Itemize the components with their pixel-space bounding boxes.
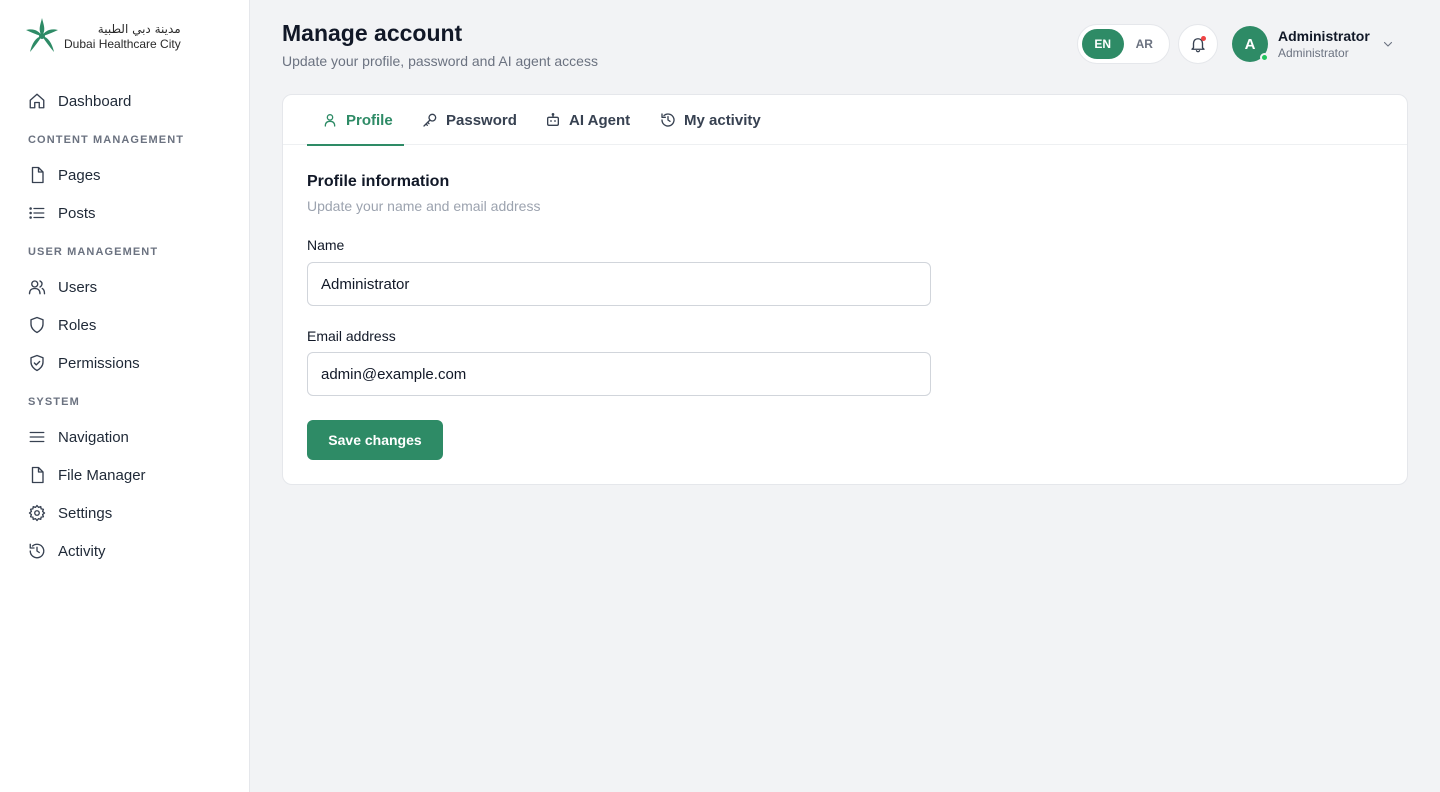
sidebar-item-file-manager[interactable]: File Manager [0,456,249,494]
notifications-button[interactable] [1178,24,1218,64]
section-title: Profile information [307,173,450,190]
section-description: Update your name and email address [307,198,541,214]
avatar-initial: A [1244,35,1256,53]
user-role: Administrator [1278,46,1349,60]
sidebar-item-label: Settings [58,504,113,522]
sidebar-item-pages[interactable]: Pages [0,156,249,194]
section-heading-users: USER MANAGEMENT [28,246,159,258]
tab-profile[interactable]: Profile [307,95,404,146]
sidebar-item-label: Dashboard [58,92,132,110]
sidebar-item-roles[interactable]: Roles [0,306,249,344]
sidebar-item-label: File Manager [58,466,146,484]
sidebar-item-permissions[interactable]: Permissions [0,344,249,382]
email-field[interactable] [307,352,931,396]
notification-dot [1201,36,1206,41]
email-label: Email address [307,328,396,344]
user-name: Administrator [1278,28,1370,44]
history-icon [661,113,675,127]
tab-label: AI Agent [569,111,631,129]
list-icon [29,207,45,219]
sidebar-item-users[interactable]: Users [0,268,249,306]
section-heading-system: SYSTEM [28,396,80,408]
page-subtitle: Update your profile, password and AI age… [282,53,598,69]
brand-name-arabic: مدينة دبي الطبية [97,21,181,36]
tab-label: My activity [684,111,761,129]
name-label: Name [307,237,345,253]
user-icon [324,114,336,127]
tab-password[interactable]: Password [422,95,517,145]
robot-icon [547,113,559,126]
page-title: Manage account [282,20,463,46]
menu-icon [29,431,45,443]
online-status-dot [1260,53,1269,62]
file-icon [31,166,44,184]
file-icon [31,466,44,484]
user-info: Administrator Administrator [1278,28,1370,60]
users-icon [28,280,46,295]
account-tabs: Profile Password AI Agent My activity [283,95,1407,146]
chevron-down-icon [1383,41,1393,47]
tab-label: Password [446,111,517,129]
sidebar-item-label: Activity [58,542,106,560]
tab-my-activity[interactable]: My activity [660,95,761,145]
home-icon [29,93,45,109]
sidebar-item-settings[interactable]: Settings [0,494,249,532]
gear-icon [28,504,46,522]
tab-ai-agent[interactable]: AI Agent [545,95,630,145]
brand-logo[interactable]: مدينة دبي الطبية Dubai Healthcare City [24,16,184,56]
sidebar: مدينة دبي الطبية Dubai Healthcare City D… [0,0,250,792]
avatar: A [1232,26,1269,62]
dhcc-star-icon [26,18,58,52]
sidebar-item-label: Navigation [58,428,129,446]
sidebar-item-label: Permissions [58,354,140,372]
name-field[interactable] [307,262,931,306]
brand-name: مدينة دبي الطبية Dubai Healthcare City [64,23,181,50]
user-menu[interactable]: A Administrator Administrator [1232,26,1402,62]
sidebar-nav: Dashboard CONTENT MANAGEMENT Pages Posts… [0,82,249,570]
sidebar-item-label: Roles [58,316,97,334]
account-card: Profile Password AI Agent My activity Pr… [282,94,1408,485]
lang-ar-button[interactable]: AR [1124,29,1166,59]
tab-label: Profile [346,111,393,129]
language-toggle: EN AR [1077,24,1170,64]
sidebar-item-label: Pages [58,166,101,184]
lang-en-button[interactable]: EN [1082,29,1124,59]
sidebar-item-label: Posts [58,204,96,222]
sidebar-item-posts[interactable]: Posts [0,194,249,232]
sidebar-item-label: Users [58,278,98,296]
save-button[interactable]: Save changes [307,420,443,460]
sidebar-item-activity[interactable]: Activity [0,532,249,570]
history-icon [29,543,45,559]
sidebar-item-dashboard[interactable]: Dashboard [0,82,249,120]
key-icon [423,113,437,127]
section-heading-content: CONTENT MANAGEMENT [28,134,185,146]
sidebar-item-navigation[interactable]: Navigation [0,418,249,456]
brand-name-english: Dubai Healthcare City [64,36,181,51]
shield-check-icon [30,354,44,372]
shield-icon [30,316,44,334]
